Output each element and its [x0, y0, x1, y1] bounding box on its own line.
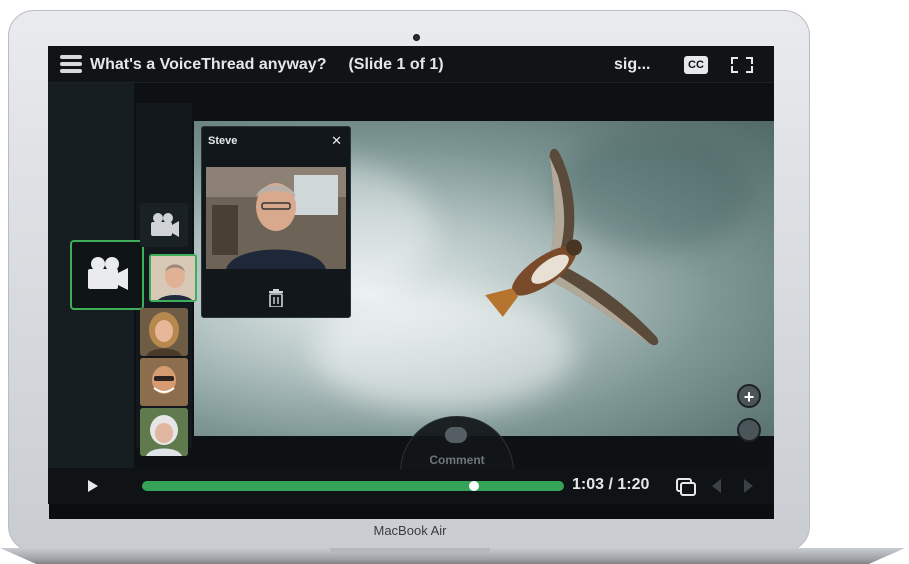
zoom-in-button[interactable]: + [737, 384, 761, 408]
avatar-photo [140, 358, 188, 406]
video-camera-icon [151, 213, 179, 237]
commenter-name: Steve [208, 135, 238, 147]
comment-video[interactable] [206, 167, 346, 269]
slide-counter: (Slide 1 of 1) [348, 56, 444, 73]
play-icon[interactable] [88, 480, 98, 492]
webcam-dot [413, 34, 420, 41]
avatar-commenter-2[interactable] [140, 308, 188, 356]
laptop-brand: MacBook Air [373, 523, 447, 538]
comment-icon [445, 427, 467, 443]
avatar-steve[interactable] [149, 254, 197, 302]
voicethread-app: What's a VoiceThread anyway? (Slide 1 of … [48, 46, 774, 504]
title-text: What's a VoiceThread anyway? [90, 56, 327, 73]
avatar-commenter-3[interactable] [140, 358, 188, 406]
prev-arrow-icon[interactable] [712, 479, 721, 493]
close-icon[interactable]: ✕ [331, 133, 342, 149]
record-comment-button[interactable] [70, 240, 144, 310]
trash-icon[interactable] [268, 289, 284, 312]
avatar-commenter-4[interactable] [140, 408, 188, 456]
next-arrow-icon[interactable] [744, 479, 753, 493]
user-signin-link[interactable]: sig... [614, 56, 650, 74]
comment-label: Comment [429, 453, 485, 467]
avatar-photo [140, 308, 188, 356]
video-camera-icon [88, 257, 128, 290]
video-frame [206, 167, 346, 269]
comment-popup: Steve ✕ [201, 126, 351, 318]
progress-track[interactable] [142, 481, 564, 491]
avatar-photo [151, 256, 195, 300]
cc-icon[interactable]: CC [684, 56, 708, 74]
presentation-title: What's a VoiceThread anyway? (Slide 1 of … [90, 56, 444, 74]
playback-bar: 1:03 / 1:20 [48, 469, 774, 504]
zoom-out-button[interactable] [737, 418, 761, 442]
laptop-notch [330, 548, 490, 554]
video-comment-thumb[interactable] [140, 203, 188, 247]
copy-icon[interactable] [675, 477, 696, 496]
top-bar: What's a VoiceThread anyway? (Slide 1 of … [48, 46, 774, 83]
menu-icon[interactable] [60, 55, 82, 73]
avatar-photo [140, 408, 188, 456]
time-readout: 1:03 / 1:20 [572, 476, 650, 493]
fullscreen-icon[interactable] [731, 57, 753, 73]
